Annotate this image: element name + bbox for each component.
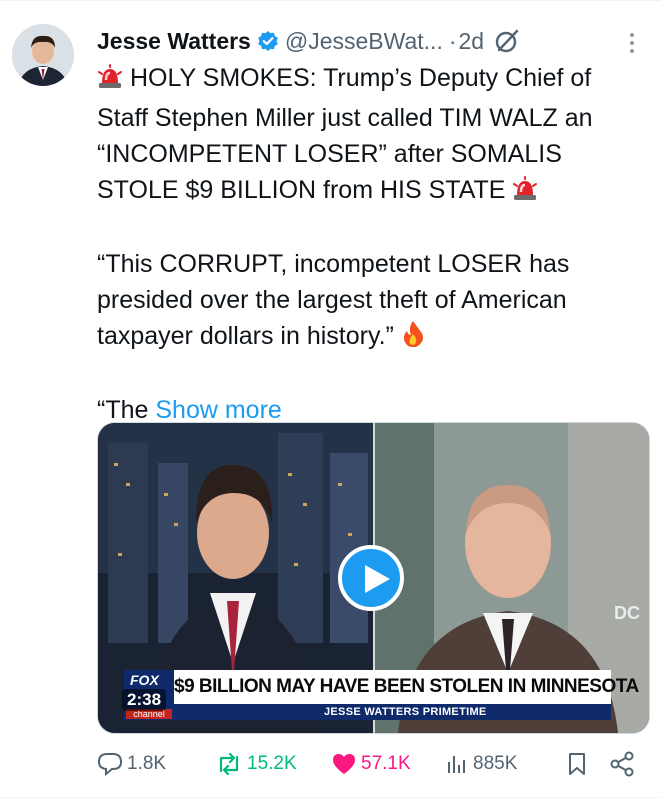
reply-count: 1.8K: [127, 753, 167, 774]
post-age[interactable]: 2d: [459, 28, 485, 55]
post-paragraph-3-text: “The: [97, 396, 149, 424]
more-options-icon[interactable]: [622, 28, 642, 58]
repost-count: 15.2K: [247, 753, 297, 774]
police-light-icon: [97, 64, 123, 100]
top-divider: [0, 0, 661, 1]
author-name[interactable]: Jesse Watters: [97, 28, 251, 55]
author-handle[interactable]: @JesseBWat...: [285, 28, 443, 55]
headline-chyron: $9 BILLION MAY HAVE BEEN STOLEN IN MINNE…: [174, 670, 639, 704]
grok-icon[interactable]: [494, 28, 520, 54]
show-name-bar: JESSE WATTERS PRIMETIME: [174, 704, 611, 720]
video-thumbnail[interactable]: DC FOX channel 2:38 $9 BILLION MAY HAVE …: [97, 422, 650, 734]
like-button[interactable]: 57.1K: [331, 749, 411, 779]
play-icon: [365, 565, 390, 593]
heart-icon: [333, 754, 355, 774]
share-button[interactable]: [608, 749, 640, 779]
video-timer: 2:38: [122, 689, 167, 711]
post-paragraph-1: HOLY SMOKES: Trump’s Deputy Chief of Sta…: [97, 60, 645, 212]
reply-icon: [97, 753, 123, 777]
post-paragraph-2-text: “This CORRUPT, incompetent LOSER has pre…: [97, 250, 570, 350]
studio-corner-text: DC: [614, 603, 640, 623]
bookmark-button[interactable]: [566, 749, 592, 779]
share-icon: [610, 751, 634, 777]
show-name: JESSE WATTERS PRIMETIME: [324, 706, 487, 718]
police-light-icon: [512, 176, 538, 212]
fire-icon: [401, 320, 425, 358]
show-more-link[interactable]: Show more: [155, 396, 281, 424]
post-text: HOLY SMOKES: Trump’s Deputy Chief of Sta…: [97, 60, 645, 428]
bottom-divider: [0, 797, 661, 798]
views-button[interactable]: 885K: [445, 749, 517, 779]
author-avatar[interactable]: [12, 24, 74, 86]
play-button[interactable]: [338, 545, 404, 611]
repost-button[interactable]: 15.2K: [215, 749, 297, 779]
reply-button[interactable]: 1.8K: [97, 749, 166, 779]
like-count: 57.1K: [361, 753, 411, 774]
repost-icon: [219, 752, 239, 776]
post-paragraph-2: “This CORRUPT, incompetent LOSER has pre…: [97, 246, 645, 358]
post-header: Jesse Watters @JesseBWat... · 2d: [97, 24, 520, 58]
header-separator: ·: [448, 27, 457, 54]
views-chart-icon: [448, 756, 465, 773]
network-logo-text: FOX: [130, 672, 159, 688]
verified-badge-icon: [257, 30, 279, 52]
view-count: 885K: [473, 753, 518, 774]
bookmark-icon: [569, 753, 585, 775]
action-bar: 1.8K 15.2K 57.1K 885K: [97, 749, 645, 779]
